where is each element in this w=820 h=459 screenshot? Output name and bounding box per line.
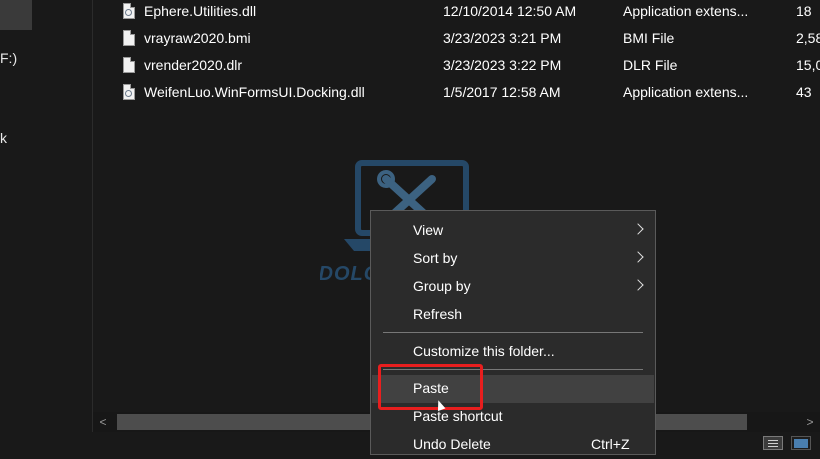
file-name: vrayraw2020.bmi <box>144 30 251 46</box>
nav-item-folder[interactable]: k <box>0 130 7 146</box>
file-date: 3/23/2023 3:22 PM <box>443 57 562 73</box>
nav-item-drive[interactable]: F:) <box>0 50 17 66</box>
highlight-annotation <box>378 364 483 410</box>
file-icon <box>123 30 135 46</box>
menu-item-label: Paste shortcut <box>413 408 503 424</box>
context-menu: View Sort by Group by Refresh Customize … <box>370 210 656 455</box>
menu-item-refresh[interactable]: Refresh <box>372 301 654 329</box>
file-type: Application extens... <box>623 3 749 19</box>
file-row[interactable]: Ephere.Utilities.dll 12/10/2014 12:50 AM… <box>93 0 820 27</box>
file-type: Application extens... <box>623 84 749 100</box>
file-row[interactable]: vrayraw2020.bmi 3/23/2023 3:21 PM BMI Fi… <box>93 27 820 54</box>
chevron-right-icon <box>632 279 644 291</box>
nav-item-selected[interactable] <box>0 0 32 30</box>
navigation-pane: F:) k <box>0 0 92 432</box>
file-size: 2,58 <box>796 30 820 46</box>
file-date: 3/23/2023 3:21 PM <box>443 30 562 46</box>
dll-file-icon <box>123 84 135 100</box>
menu-item-group-by[interactable]: Group by <box>372 273 654 301</box>
menu-item-undo-delete[interactable]: Undo Delete Ctrl+Z <box>372 431 654 459</box>
menu-item-label: Group by <box>413 278 471 294</box>
dll-file-icon <box>123 3 135 19</box>
chevron-right-icon <box>632 223 644 235</box>
file-name: vrender2020.dlr <box>144 57 243 73</box>
file-type: DLR File <box>623 57 678 73</box>
file-size: 15,05 <box>796 57 820 73</box>
chevron-right-icon <box>632 251 644 263</box>
file-size: 43 <box>796 84 812 100</box>
file-name: Ephere.Utilities.dll <box>144 3 257 19</box>
menu-item-label: View <box>413 222 444 238</box>
menu-separator <box>383 332 643 333</box>
file-date: 12/10/2014 12:50 AM <box>443 3 577 19</box>
menu-item-label: Customize this folder... <box>413 343 555 359</box>
file-type: BMI File <box>623 30 675 46</box>
menu-item-sort-by[interactable]: Sort by <box>372 245 654 273</box>
file-size: 18 <box>796 3 812 19</box>
scroll-right-icon[interactable]: > <box>800 412 820 432</box>
file-name: WeifenLuo.WinFormsUI.Docking.dll <box>144 84 365 100</box>
file-row[interactable]: vrender2020.dlr 3/23/2023 3:22 PM DLR Fi… <box>93 54 820 81</box>
menu-item-label: Sort by <box>413 250 458 266</box>
file-icon <box>123 57 135 73</box>
menu-item-view[interactable]: View <box>372 217 654 245</box>
file-date: 1/5/2017 12:58 AM <box>443 84 561 100</box>
file-row[interactable]: WeifenLuo.WinFormsUI.Docking.dll 1/5/201… <box>93 81 820 108</box>
menu-item-customize-folder[interactable]: Customize this folder... <box>372 338 654 366</box>
scroll-left-icon[interactable]: < <box>93 412 113 432</box>
details-view-button[interactable] <box>763 436 783 450</box>
menu-item-label: Refresh <box>413 306 463 322</box>
large-icons-view-button[interactable] <box>791 436 811 450</box>
